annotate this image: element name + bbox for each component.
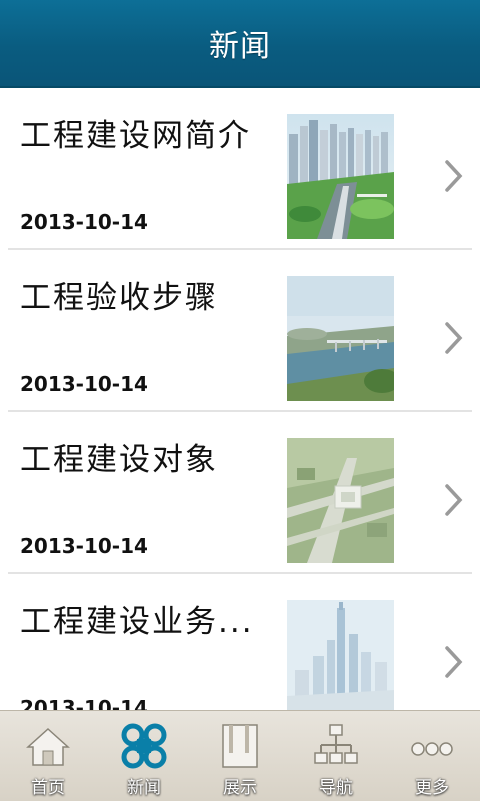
news-icon <box>121 723 167 769</box>
home-icon <box>26 727 70 766</box>
tab-navigation[interactable]: 导航 <box>288 711 384 801</box>
display-icon <box>222 724 258 768</box>
river-bridge-image <box>287 276 394 401</box>
news-list: 工程建设网简介 2013-10-14 工程验收步骤 2013-10-14 工程建… <box>0 88 480 710</box>
news-item-title: 工程建设业务... <box>20 604 254 640</box>
page-title: 新闻 <box>209 29 271 64</box>
tab-label: 展示 <box>223 778 257 798</box>
chevron-right-icon <box>445 484 463 516</box>
news-item-3[interactable]: 工程建设业务... 2013-10-14 <box>0 574 480 710</box>
news-item-date: 2013-10-14 <box>20 696 148 710</box>
site-plan-image <box>287 438 394 563</box>
news-item-0[interactable]: 工程建设网简介 2013-10-14 <box>0 88 480 250</box>
chevron-right-icon <box>445 646 463 678</box>
tab-display[interactable]: 展示 <box>192 711 288 801</box>
tab-label: 导航 <box>319 778 353 798</box>
news-item-date: 2013-10-14 <box>20 534 148 558</box>
tab-more[interactable]: 更多 <box>384 711 480 801</box>
tab-label: 更多 <box>415 778 449 798</box>
navigation-icon <box>314 724 358 764</box>
chevron-right-icon <box>445 160 463 192</box>
city-skyline-image <box>287 114 394 239</box>
more-icon <box>411 742 453 756</box>
chevron-right-icon <box>445 322 463 354</box>
bottom-tab-bar: 首页 新闻 展示 导航 更多 <box>0 710 480 801</box>
city-towers-image <box>287 600 394 710</box>
news-item-1[interactable]: 工程验收步骤 2013-10-14 <box>0 250 480 412</box>
news-item-title: 工程建设对象 <box>20 442 218 478</box>
tab-label: 首页 <box>31 778 65 798</box>
tab-label: 新闻 <box>127 778 161 798</box>
news-item-title: 工程验收步骤 <box>20 280 218 316</box>
news-item-title: 工程建设网简介 <box>20 118 251 154</box>
news-item-2[interactable]: 工程建设对象 2013-10-14 <box>0 412 480 574</box>
tab-news[interactable]: 新闻 <box>96 711 192 801</box>
tab-home[interactable]: 首页 <box>0 711 96 801</box>
news-item-date: 2013-10-14 <box>20 372 148 396</box>
news-item-date: 2013-10-14 <box>20 210 148 234</box>
header-bar: 新闻 <box>0 0 480 88</box>
